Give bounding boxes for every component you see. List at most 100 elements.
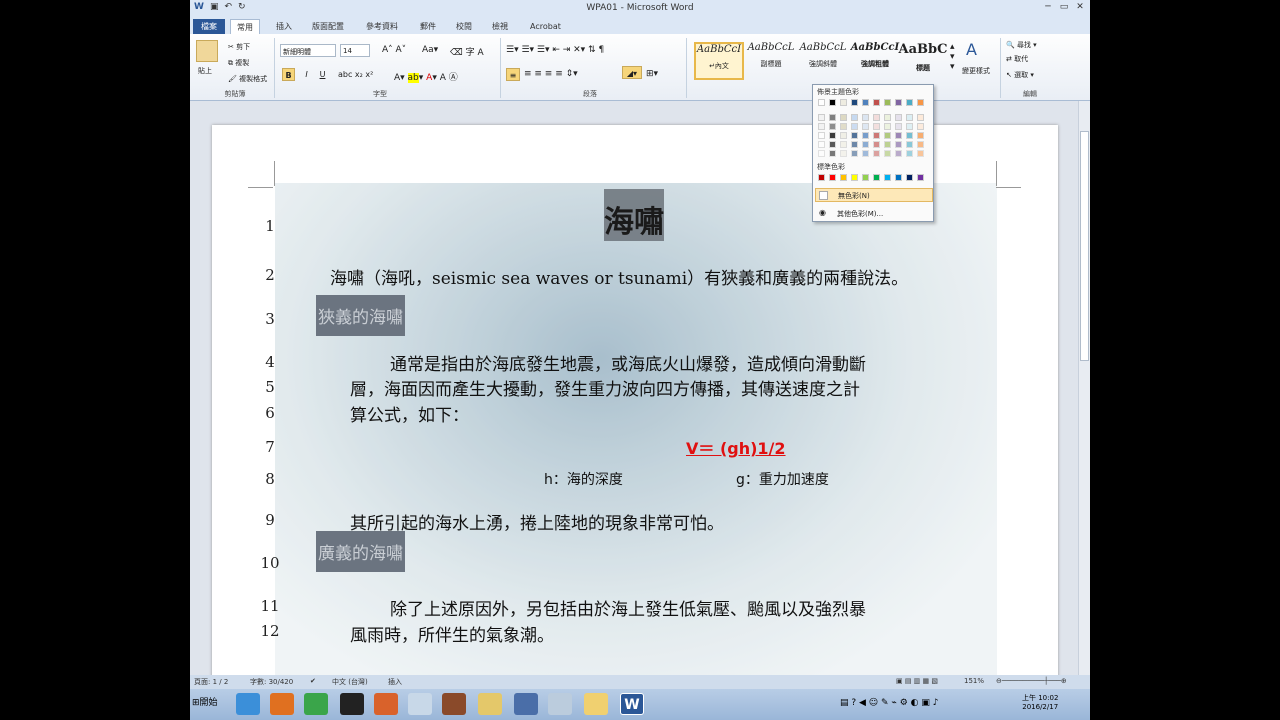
color-swatch[interactable]: [884, 114, 891, 121]
color-swatch[interactable]: [851, 99, 858, 106]
color-swatch[interactable]: [917, 150, 924, 157]
color-swatch[interactable]: [840, 150, 847, 157]
maximize-icon[interactable]: ▭: [1056, 0, 1072, 14]
select-button[interactable]: ↖ 選取 ▾: [1006, 70, 1034, 80]
color-swatch[interactable]: [818, 132, 825, 139]
replace-button[interactable]: ⇄ 取代: [1006, 54, 1028, 64]
language-status[interactable]: 中文 (台灣): [332, 677, 368, 687]
vertical-scrollbar[interactable]: [1078, 101, 1090, 675]
color-swatch[interactable]: [829, 123, 836, 130]
color-swatch[interactable]: [829, 114, 836, 121]
color-swatch[interactable]: [862, 141, 869, 148]
align-left-button[interactable]: ≡: [506, 68, 520, 81]
standard-color-swatch[interactable]: [917, 174, 924, 181]
color-swatch[interactable]: [829, 150, 836, 157]
standard-color-swatch[interactable]: [840, 174, 847, 181]
color-swatch[interactable]: [873, 114, 880, 121]
color-swatch[interactable]: [818, 141, 825, 148]
color-swatch[interactable]: [851, 150, 858, 157]
tab-acrobat[interactable]: Acrobat: [524, 19, 567, 34]
standard-color-swatch[interactable]: [851, 174, 858, 181]
firefox-icon[interactable]: [270, 693, 294, 715]
italic-button[interactable]: I: [300, 68, 313, 81]
ie-icon[interactable]: [236, 693, 260, 715]
color-swatch[interactable]: [884, 132, 891, 139]
tab-mailings[interactable]: 郵件: [414, 19, 442, 34]
underline-button[interactable]: U: [316, 68, 329, 81]
powerpoint-icon[interactable]: [374, 693, 398, 715]
color-swatch[interactable]: [895, 99, 902, 106]
color-swatch[interactable]: [895, 132, 902, 139]
copy-button[interactable]: ⧉ 複製: [228, 58, 249, 68]
font-name-select[interactable]: 新細明體: [280, 44, 336, 57]
color-swatch[interactable]: [862, 123, 869, 130]
color-swatch[interactable]: [884, 99, 891, 106]
align-icons[interactable]: ≡ ≡ ≡ ≡ ⇕▾: [524, 69, 578, 79]
standard-color-swatch[interactable]: [906, 174, 913, 181]
color-swatch[interactable]: [851, 132, 858, 139]
clear-format-icon[interactable]: ⌫ 字 A: [450, 45, 484, 58]
color-swatch[interactable]: [917, 123, 924, 130]
color-swatch[interactable]: [818, 150, 825, 157]
winrar-icon[interactable]: [442, 693, 466, 715]
color-swatch[interactable]: [895, 114, 902, 121]
tab-home[interactable]: 常用: [230, 19, 260, 34]
cut-button[interactable]: ✂ 剪下: [228, 42, 250, 52]
tab-file[interactable]: 檔案: [193, 19, 225, 34]
standard-color-swatch[interactable]: [862, 174, 869, 181]
paste-button[interactable]: 貼上: [198, 66, 212, 76]
color-swatch[interactable]: [851, 123, 858, 130]
color-swatch[interactable]: [862, 132, 869, 139]
styles-scroll-icon[interactable]: ▴ ▾ ▾: [950, 42, 955, 72]
bold-button[interactable]: B: [282, 68, 295, 81]
minimize-icon[interactable]: ─: [1040, 0, 1056, 14]
border-icon[interactable]: ⊞▾: [646, 69, 658, 79]
color-swatch[interactable]: [818, 123, 825, 130]
color-swatch[interactable]: [873, 123, 880, 130]
color-swatch[interactable]: [884, 141, 891, 148]
color-swatch[interactable]: [829, 132, 836, 139]
color-swatch[interactable]: [895, 141, 902, 148]
color-swatch[interactable]: [873, 150, 880, 157]
color-swatch[interactable]: [906, 150, 913, 157]
color-swatch[interactable]: [818, 114, 825, 121]
color-swatch[interactable]: [862, 99, 869, 106]
color-swatch[interactable]: [906, 132, 913, 139]
word-count[interactable]: 字數: 30/420: [250, 677, 293, 687]
chrome-icon[interactable]: [304, 693, 328, 715]
more-colors-option[interactable]: ◉ 其他色彩(M)...: [815, 206, 933, 220]
cd-icon[interactable]: [548, 693, 572, 715]
change-styles-button[interactable]: 變更樣式: [962, 66, 990, 76]
zoom-level[interactable]: 151%: [964, 677, 984, 685]
document-area[interactable]: 1 2 3 4 5 6 7 8 9 10 11 12 海嘯 海嘯（海吼，seis…: [190, 101, 1078, 675]
app-icon[interactable]: [408, 693, 432, 715]
text-effects-icon[interactable]: A▾ ab▾ A▾ A Ⓐ: [394, 70, 458, 83]
insert-mode[interactable]: 插入: [388, 677, 402, 687]
spellcheck-icon[interactable]: ✔: [310, 677, 316, 685]
tab-references[interactable]: 參考資料: [360, 19, 404, 34]
color-swatch[interactable]: [873, 132, 880, 139]
tray-icons[interactable]: ▤ ? ◀ ☺ ✎ ⌁ ⚙ ◐ ▣ ♪: [840, 698, 938, 708]
color-swatch[interactable]: [873, 99, 880, 106]
paint-icon[interactable]: [478, 693, 502, 715]
color-swatch[interactable]: [906, 141, 913, 148]
grow-font-icon[interactable]: A˄ A˅: [382, 45, 406, 55]
color-swatch[interactable]: [840, 114, 847, 121]
style-strong[interactable]: AaBbCcI 強調粗體: [850, 42, 900, 80]
folder-icon[interactable]: [584, 693, 608, 715]
color-swatch[interactable]: [884, 123, 891, 130]
color-swatch[interactable]: [884, 150, 891, 157]
color-swatch[interactable]: [906, 123, 913, 130]
color-swatch[interactable]: [917, 132, 924, 139]
style-normal[interactable]: AaBbCcI ↵內文: [694, 42, 744, 80]
color-swatch[interactable]: [862, 150, 869, 157]
paste-icon[interactable]: [196, 40, 218, 62]
standard-color-swatch[interactable]: [873, 174, 880, 181]
clock[interactable]: 上午 10:02 2016/2/17: [1022, 693, 1058, 711]
list-icons[interactable]: ☰▾ ☰▾ ☰▾ ⇤ ⇥ ✕▾ ⇅ ¶: [506, 45, 604, 55]
color-swatch[interactable]: [895, 150, 902, 157]
color-swatch[interactable]: [840, 132, 847, 139]
tab-layout[interactable]: 版面配置: [306, 19, 350, 34]
standard-color-swatch[interactable]: [818, 174, 825, 181]
color-swatch[interactable]: [906, 99, 913, 106]
